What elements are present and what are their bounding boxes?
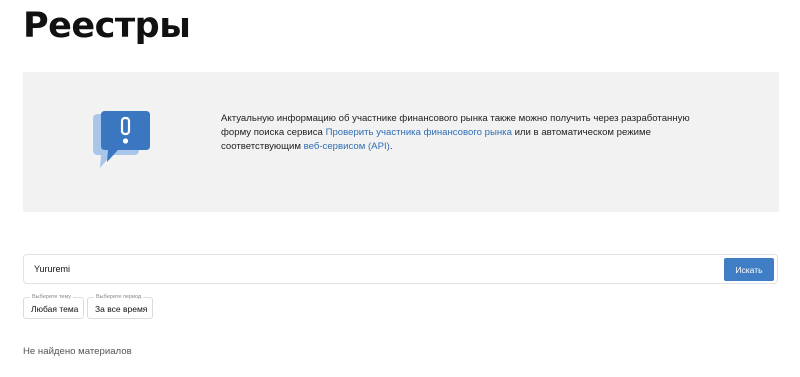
search-button[interactable]: Искать	[724, 258, 774, 281]
topic-filter-select[interactable]: Выберите тему Любая тема	[23, 293, 84, 319]
empty-results-message: Не найдено материалов	[23, 346, 132, 357]
speech-bubble-exclamation-icon	[93, 111, 150, 168]
topic-filter-value: Любая тема	[31, 304, 79, 314]
topic-filter-caption: Выберите тему	[30, 293, 74, 301]
page-title: Реестры	[23, 6, 191, 46]
info-text: Актуальную информацию об участнике финан…	[221, 112, 721, 155]
period-filter-value: За все время	[95, 304, 148, 314]
info-panel: Актуальную информацию об участнике финан…	[23, 72, 779, 212]
web-service-api-link[interactable]: веб-сервисом (API)	[304, 141, 390, 152]
period-filter-select[interactable]: Выберите период За все время	[87, 293, 153, 319]
check-participant-link[interactable]: Проверить участника финансового рынка	[326, 127, 512, 138]
search-input[interactable]	[32, 259, 714, 279]
info-text-after: .	[389, 141, 393, 153]
period-filter-caption: Выберите период	[94, 293, 144, 301]
search-bar: Искать	[23, 254, 778, 284]
